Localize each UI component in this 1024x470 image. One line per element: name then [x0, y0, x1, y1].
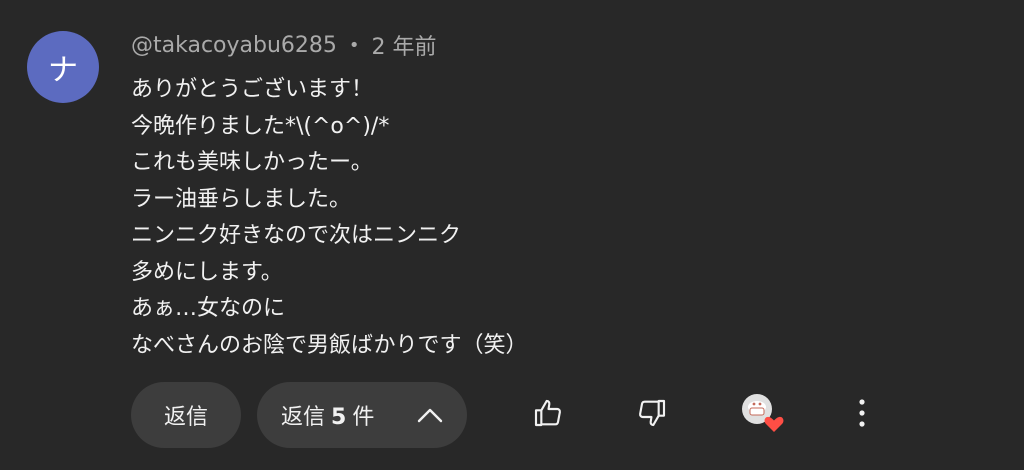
avatar[interactable]: ナ — [27, 31, 99, 103]
replies-count: 5 — [331, 405, 347, 430]
replies-prefix: 返信 — [281, 405, 326, 430]
comment-line: ありがとうございます！ — [131, 77, 374, 102]
chevron-up-icon — [417, 407, 443, 423]
creator-heart-icon — [740, 391, 784, 439]
comment-line: 多めにします。 — [131, 259, 283, 285]
comment-line: なべさんのお陰で男飯ばかりです（笑） — [131, 332, 528, 358]
separator: • — [348, 34, 360, 56]
reply-button[interactable]: 返信 — [131, 382, 241, 448]
more-vert-icon — [857, 397, 867, 433]
replies-suffix: 件 — [352, 405, 375, 430]
dislike-button[interactable] — [632, 382, 672, 448]
timestamp[interactable]: 2 年前 — [372, 29, 437, 61]
comment-header: @takacoyabu6285 • 2 年前 — [131, 29, 437, 61]
thumbs-down-icon — [636, 397, 668, 433]
comment-line: あぁ…女なのに — [131, 296, 286, 321]
like-button[interactable] — [528, 382, 568, 448]
reply-label: 返信 — [163, 405, 208, 430]
comment-actions: 返信 返信 5 件 — [131, 382, 467, 448]
author-name[interactable]: @takacoyabu6285 — [131, 33, 337, 58]
comment-line: 今晩作りました*\(^o^)/* — [131, 113, 390, 139]
comment-line: ラー油垂らしました。 — [131, 186, 352, 212]
replies-label: 返信 5 件 — [281, 399, 374, 431]
comment-text: ありがとうございます！ 今晩作りました*\(^o^)/* これも美味しかったー。… — [131, 72, 931, 364]
comment-line: これも美味しかったー。 — [131, 150, 373, 175]
thumbs-up-icon — [532, 397, 564, 433]
view-replies-button[interactable]: 返信 5 件 — [257, 382, 467, 448]
comment-line: ニンニク好きなので次はニンニク — [131, 223, 462, 248]
more-actions-button[interactable] — [842, 382, 882, 448]
avatar-letter: ナ — [48, 53, 78, 88]
creator-heart[interactable] — [738, 382, 786, 448]
